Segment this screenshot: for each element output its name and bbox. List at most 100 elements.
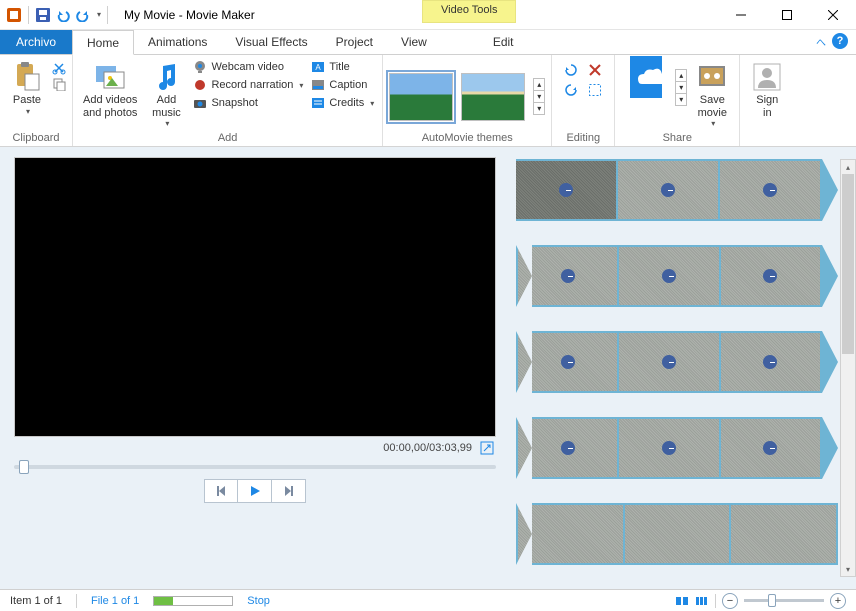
group-editing: Editing	[552, 55, 615, 146]
maximize-button[interactable]	[764, 0, 810, 30]
seek-slider[interactable]	[14, 465, 496, 469]
undo-icon[interactable]	[55, 7, 71, 23]
titlebar: ▾ My Movie - Movie Maker Video Tools	[0, 0, 856, 30]
preview-pane: 00:00,00/03:03,99	[0, 147, 510, 589]
storyboard: ▴ ▾	[510, 147, 856, 589]
scroll-down-icon[interactable]: ▾	[841, 562, 855, 576]
paste-button[interactable]: Paste ▾	[6, 59, 48, 118]
add-music-button[interactable]: Add music ▾	[145, 59, 187, 130]
clock-icon	[559, 183, 573, 197]
tab-home[interactable]: Home	[72, 30, 134, 55]
save-movie-button[interactable]: Save movie ▾	[691, 59, 733, 130]
scroll-up-icon[interactable]: ▴	[533, 78, 545, 91]
chevron-down-icon: ▾	[711, 119, 715, 128]
scroll-down-icon[interactable]: ▾	[533, 91, 545, 103]
caption-icon	[311, 78, 325, 92]
camera-icon	[193, 96, 207, 110]
title-button[interactable]: A Title	[309, 59, 376, 75]
cut-icon[interactable]	[52, 61, 66, 75]
tab-view[interactable]: View	[387, 30, 441, 54]
rotate-left-icon[interactable]	[564, 63, 578, 77]
group-add: Add videos and photos Add music ▾ Webcam…	[73, 55, 383, 146]
clock-icon	[661, 183, 675, 197]
chevron-down-icon: ▾	[165, 119, 169, 128]
caption-button[interactable]: Caption	[309, 77, 376, 93]
status-action[interactable]: Stop	[247, 595, 270, 607]
zoom-in-button[interactable]: +	[830, 593, 846, 609]
clip-row[interactable]	[516, 331, 838, 393]
content-area: 00:00,00/03:03,99	[0, 147, 856, 589]
clock-icon	[662, 269, 676, 283]
onedrive-button[interactable]	[621, 59, 671, 95]
select-all-icon[interactable]	[588, 83, 602, 97]
close-button[interactable]	[810, 0, 856, 30]
webcam-icon	[193, 60, 207, 74]
quick-access-toolbar: ▾	[0, 6, 116, 24]
minimize-button[interactable]	[718, 0, 764, 30]
title-icon: A	[311, 60, 325, 74]
scroll-up-icon[interactable]: ▴	[675, 69, 687, 82]
expand-gallery-icon[interactable]: ▾	[675, 94, 687, 106]
clock-icon	[561, 355, 575, 369]
vertical-scrollbar[interactable]: ▴ ▾	[840, 159, 856, 577]
clock-icon	[561, 269, 575, 283]
rotate-right-icon[interactable]	[564, 83, 578, 97]
credits-button[interactable]: Credits ▾	[309, 95, 376, 111]
zoom-thumb[interactable]	[768, 594, 776, 607]
zoom-slider[interactable]	[744, 599, 824, 602]
window-title: My Movie - Movie Maker	[124, 8, 255, 22]
zoom-out-button[interactable]: −	[722, 593, 738, 609]
svg-text:A: A	[316, 63, 322, 72]
qat-dropdown-icon[interactable]: ▾	[97, 10, 101, 19]
window-controls	[718, 0, 856, 30]
clip-row[interactable]	[516, 159, 838, 221]
view-thumbs-icon[interactable]	[675, 594, 689, 608]
scroll-down-icon[interactable]: ▾	[675, 82, 687, 94]
expand-gallery-icon[interactable]: ▾	[533, 103, 545, 115]
video-preview[interactable]	[14, 157, 496, 437]
chevron-down-icon: ▾	[26, 107, 30, 116]
play-button[interactable]	[238, 479, 272, 503]
delete-icon[interactable]	[588, 63, 602, 77]
record-narration-button[interactable]: Record narration ▾	[191, 77, 305, 93]
tab-project[interactable]: Project	[322, 30, 387, 54]
redo-icon[interactable]	[75, 7, 91, 23]
tab-edit[interactable]: Edit	[479, 30, 528, 54]
fullscreen-icon[interactable]	[480, 441, 494, 455]
save-icon[interactable]	[35, 7, 51, 23]
webcam-button[interactable]: Webcam video	[191, 59, 305, 75]
clip-row[interactable]	[516, 245, 838, 307]
theme-thumb-1[interactable]	[389, 73, 453, 121]
clock-icon	[763, 355, 777, 369]
clock-icon	[561, 441, 575, 455]
tab-animations[interactable]: Animations	[134, 30, 221, 54]
ribbon-minimize-icon[interactable]: へ	[816, 34, 826, 49]
clock-icon	[763, 441, 777, 455]
menu-tabs: Archivo Home Animations Visual Effects P…	[0, 30, 856, 55]
contextual-tab-label: Video Tools	[422, 0, 516, 23]
help-icon[interactable]: ?	[832, 33, 848, 49]
tab-file[interactable]: Archivo	[0, 30, 72, 54]
prev-frame-button[interactable]	[204, 479, 238, 503]
scrollbar-thumb[interactable]	[842, 174, 854, 354]
statusbar: Item 1 of 1 File 1 of 1 Stop − +	[0, 589, 856, 611]
tab-visual-effects[interactable]: Visual Effects	[221, 30, 321, 54]
snapshot-button[interactable]: Snapshot	[191, 95, 305, 111]
copy-icon[interactable]	[52, 77, 66, 91]
scroll-up-icon[interactable]: ▴	[841, 160, 855, 174]
music-note-icon	[150, 61, 182, 93]
next-frame-button[interactable]	[272, 479, 306, 503]
theme-thumb-2[interactable]	[461, 73, 525, 121]
ribbon: Paste ▾ Clipboard Add videos and photos …	[0, 55, 856, 147]
clip-row[interactable]	[516, 503, 838, 565]
clock-icon	[763, 183, 777, 197]
clip-row[interactable]	[516, 417, 838, 479]
sign-in-button[interactable]: Sign in	[746, 59, 788, 121]
status-file-count: File 1 of 1	[91, 595, 139, 607]
user-icon	[751, 61, 783, 93]
add-videos-button[interactable]: Add videos and photos	[79, 59, 141, 121]
seek-thumb[interactable]	[19, 460, 29, 474]
film-reel-icon	[696, 61, 728, 93]
clock-icon	[763, 269, 777, 283]
view-thumbs-small-icon[interactable]	[695, 594, 709, 608]
